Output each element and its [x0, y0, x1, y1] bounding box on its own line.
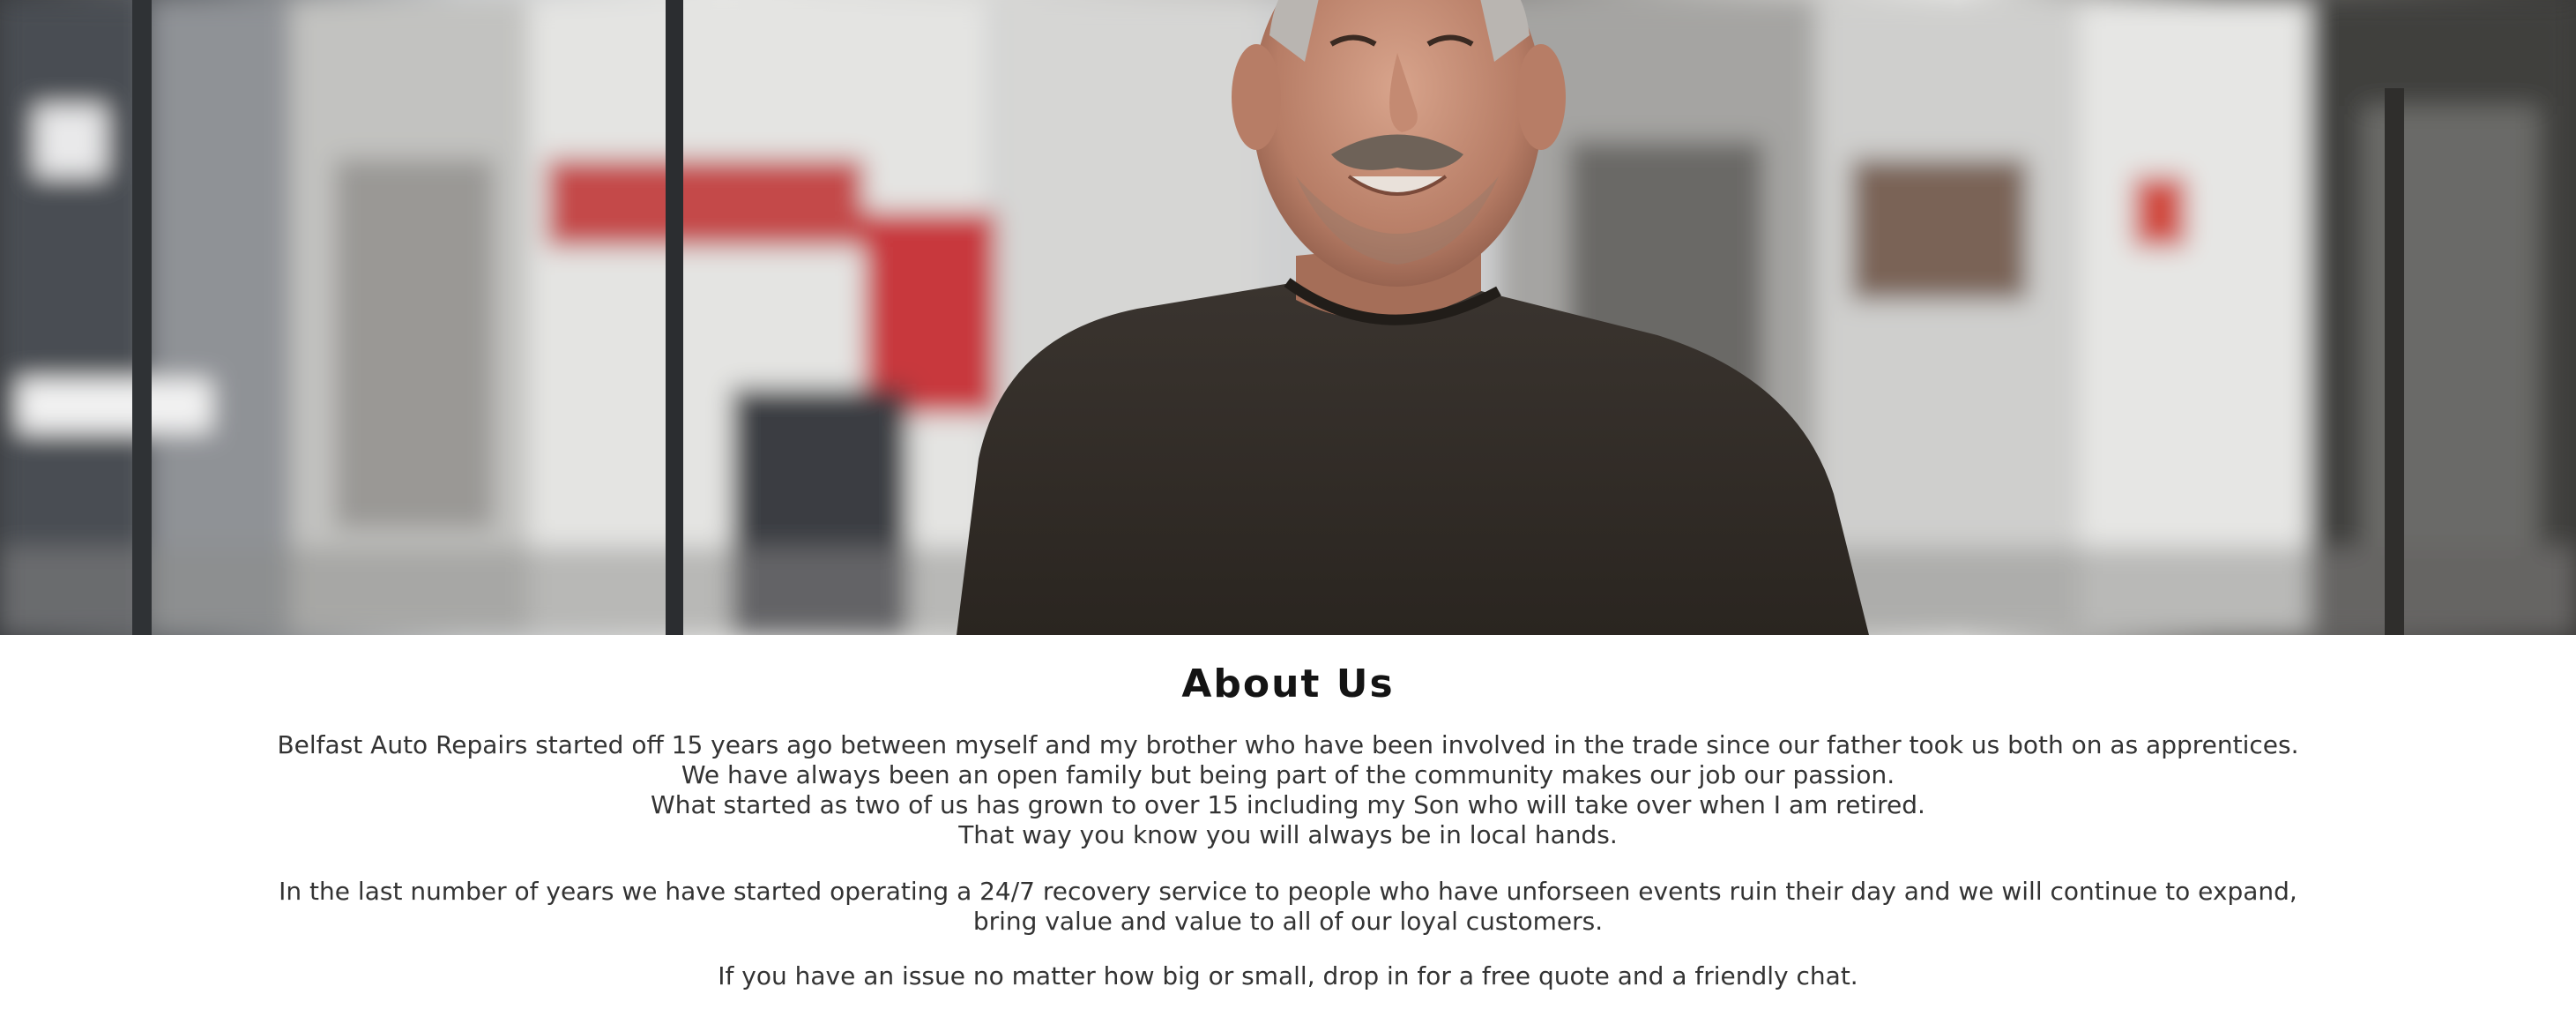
- paragraph-line: We have always been an open family but b…: [681, 760, 1895, 789]
- paragraph-line: That way you know you will always be in …: [958, 820, 1618, 849]
- about-paragraph-1: Belfast Auto Repairs started off 15 year…: [264, 730, 2312, 850]
- hero-banner: [0, 0, 2576, 635]
- paragraph-line: Belfast Auto Repairs started off 15 year…: [277, 730, 2299, 759]
- paragraph-line: If you have an issue no matter how big o…: [718, 961, 1858, 990]
- about-paragraph-3: If you have an issue no matter how big o…: [264, 961, 2312, 991]
- about-section: About Us Belfast Auto Repairs started of…: [0, 635, 2576, 1009]
- paragraph-line: bring value and value to all of our loya…: [972, 907, 1604, 936]
- paragraph-line: What started as two of us has grown to o…: [651, 790, 1925, 819]
- about-paragraph-2: In the last number of years we have star…: [264, 877, 2312, 937]
- paragraph-line: In the last number of years we have star…: [279, 877, 2297, 906]
- about-title: About Us: [1181, 661, 1395, 706]
- hero-image: [0, 0, 2576, 635]
